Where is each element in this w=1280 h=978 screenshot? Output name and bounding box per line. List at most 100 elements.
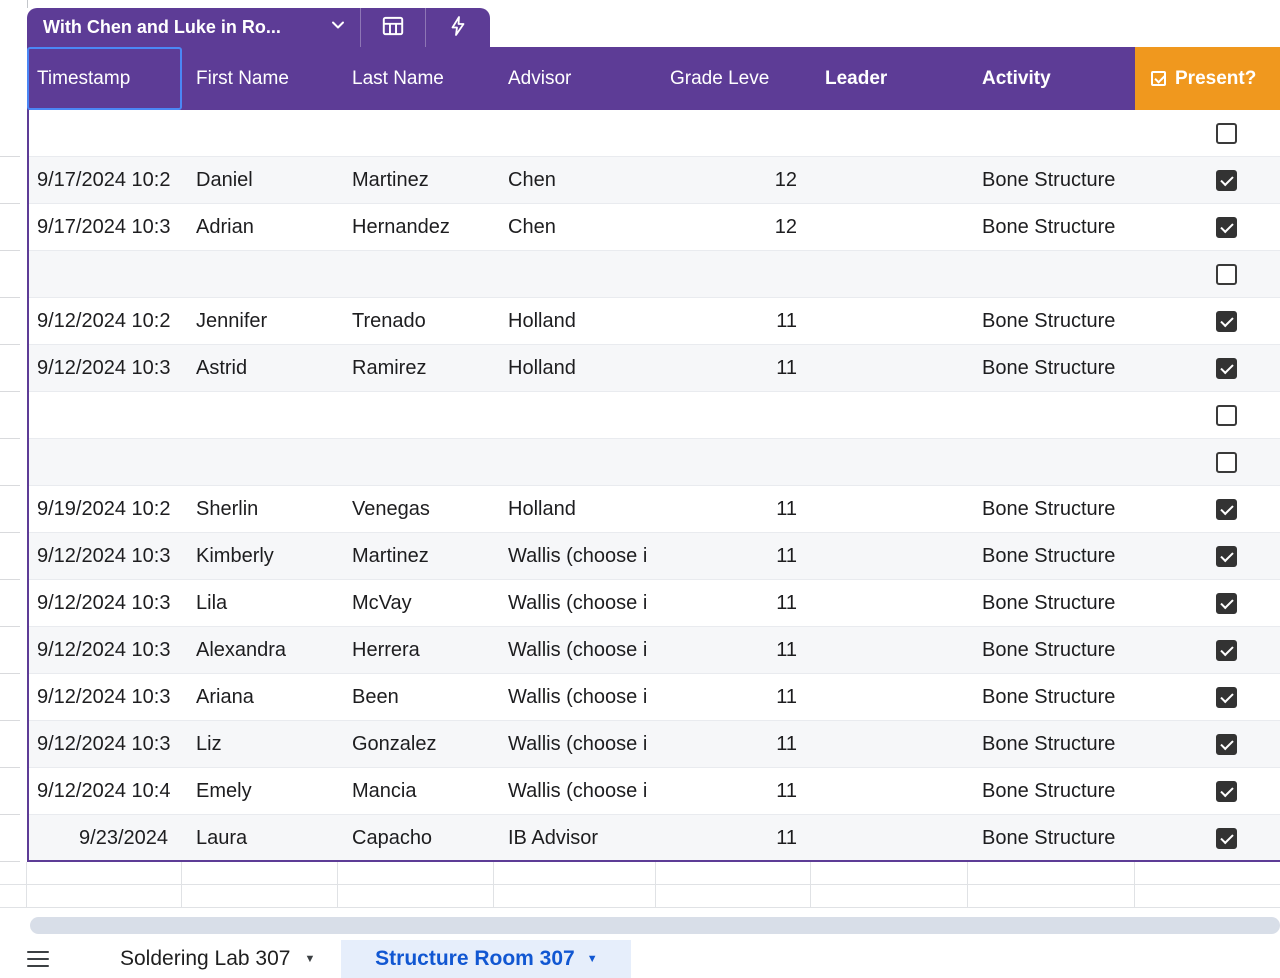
cell-activity[interactable]: Bone Structure (968, 627, 1135, 673)
cell-first_name[interactable]: Kimberly (182, 533, 338, 579)
cell-timestamp[interactable]: 9/12/2024 10:3 (27, 533, 182, 579)
cell-timestamp[interactable]: 9/23/2024 (27, 815, 182, 861)
cell-present[interactable] (1135, 157, 1280, 203)
cell-activity[interactable]: Bone Structure (968, 768, 1135, 814)
cell-timestamp[interactable] (27, 251, 182, 297)
cell-grade_level[interactable] (656, 439, 811, 485)
cell-advisor[interactable]: Holland (494, 298, 656, 344)
cell-timestamp[interactable]: 9/12/2024 10:4 (27, 768, 182, 814)
cell-leader[interactable] (811, 298, 968, 344)
cell-activity[interactable]: Bone Structure (968, 533, 1135, 579)
cell-present[interactable] (1135, 486, 1280, 532)
present-checkbox[interactable] (1216, 499, 1237, 520)
empty-cell[interactable] (182, 885, 338, 908)
empty-cell[interactable] (494, 862, 656, 885)
cell-last_name[interactable]: Hernandez (338, 204, 494, 250)
cell-activity[interactable] (968, 251, 1135, 297)
empty-cell[interactable] (27, 862, 182, 885)
cell-advisor[interactable] (494, 110, 656, 156)
cell-activity[interactable]: Bone Structure (968, 345, 1135, 391)
empty-cell[interactable] (0, 885, 27, 908)
empty-cell[interactable] (0, 862, 27, 885)
cell-leader[interactable] (811, 768, 968, 814)
cell-present[interactable] (1135, 768, 1280, 814)
cell-advisor[interactable] (494, 392, 656, 438)
present-checkbox[interactable] (1216, 311, 1237, 332)
cell-first_name[interactable] (182, 110, 338, 156)
column-header-present[interactable]: Present? (1135, 47, 1280, 110)
table-name-button[interactable]: With Chen and Luke in Ro... (27, 8, 360, 47)
cell-first_name[interactable]: Astrid (182, 345, 338, 391)
cell-first_name[interactable]: Adrian (182, 204, 338, 250)
present-checkbox[interactable] (1216, 734, 1237, 755)
empty-cell[interactable] (656, 862, 811, 885)
cell-first_name[interactable] (182, 251, 338, 297)
quick-actions-button[interactable] (426, 8, 490, 47)
cell-grade_level[interactable]: 12 (656, 157, 811, 203)
cell-first_name[interactable]: Jennifer (182, 298, 338, 344)
cell-last_name[interactable] (338, 439, 494, 485)
cell-last_name[interactable]: Trenado (338, 298, 494, 344)
empty-cell[interactable] (182, 862, 338, 885)
cell-timestamp[interactable] (27, 110, 182, 156)
cell-activity[interactable]: Bone Structure (968, 204, 1135, 250)
column-header-activity[interactable]: Activity (968, 47, 1135, 110)
cell-grade_level[interactable]: 11 (656, 627, 811, 673)
cell-present[interactable] (1135, 815, 1280, 861)
present-checkbox[interactable] (1216, 452, 1237, 473)
cell-last_name[interactable] (338, 392, 494, 438)
cell-timestamp[interactable]: 9/19/2024 10:2 (27, 486, 182, 532)
cell-leader[interactable] (811, 345, 968, 391)
cell-activity[interactable]: Bone Structure (968, 298, 1135, 344)
cell-last_name[interactable]: Gonzalez (338, 721, 494, 767)
cell-present[interactable] (1135, 392, 1280, 438)
cell-first_name[interactable]: Liz (182, 721, 338, 767)
cell-present[interactable] (1135, 674, 1280, 720)
cell-first_name[interactable]: Ariana (182, 674, 338, 720)
empty-cell[interactable] (1135, 862, 1280, 885)
present-checkbox[interactable] (1216, 170, 1237, 191)
cell-activity[interactable]: Bone Structure (968, 157, 1135, 203)
cell-grade_level[interactable]: 11 (656, 298, 811, 344)
cell-last_name[interactable]: McVay (338, 580, 494, 626)
cell-timestamp[interactable]: 9/12/2024 10:3 (27, 721, 182, 767)
cell-last_name[interactable]: Capacho (338, 815, 494, 861)
cell-timestamp[interactable] (27, 392, 182, 438)
cell-present[interactable] (1135, 204, 1280, 250)
cell-timestamp[interactable]: 9/12/2024 10:3 (27, 345, 182, 391)
cell-advisor[interactable]: Wallis (choose i (494, 627, 656, 673)
empty-cell[interactable] (494, 885, 656, 908)
cell-present[interactable] (1135, 721, 1280, 767)
cell-last_name[interactable]: Martinez (338, 533, 494, 579)
cell-first_name[interactable]: Daniel (182, 157, 338, 203)
cell-first_name[interactable] (182, 392, 338, 438)
present-checkbox[interactable] (1216, 405, 1237, 426)
cell-first_name[interactable]: Laura (182, 815, 338, 861)
cell-activity[interactable] (968, 439, 1135, 485)
present-checkbox[interactable] (1216, 217, 1237, 238)
column-header-first_name[interactable]: First Name (182, 47, 338, 110)
cell-first_name[interactable]: Sherlin (182, 486, 338, 532)
cell-timestamp[interactable] (27, 439, 182, 485)
cell-grade_level[interactable] (656, 251, 811, 297)
cell-advisor[interactable]: Holland (494, 345, 656, 391)
cell-activity[interactable] (968, 110, 1135, 156)
cell-grade_level[interactable]: 12 (656, 204, 811, 250)
cell-advisor[interactable] (494, 251, 656, 297)
cell-timestamp[interactable]: 9/17/2024 10:2 (27, 157, 182, 203)
empty-cell[interactable] (811, 862, 968, 885)
cell-advisor[interactable]: Holland (494, 486, 656, 532)
cell-present[interactable] (1135, 627, 1280, 673)
cell-grade_level[interactable]: 11 (656, 815, 811, 861)
cell-first_name[interactable]: Lila (182, 580, 338, 626)
cell-activity[interactable]: Bone Structure (968, 815, 1135, 861)
cell-grade_level[interactable] (656, 110, 811, 156)
cell-last_name[interactable]: Martinez (338, 157, 494, 203)
present-checkbox[interactable] (1216, 264, 1237, 285)
cell-grade_level[interactable]: 11 (656, 486, 811, 532)
present-checkbox[interactable] (1216, 358, 1237, 379)
cell-advisor[interactable]: Wallis (choose i (494, 674, 656, 720)
cell-advisor[interactable]: Chen (494, 157, 656, 203)
cell-first_name[interactable] (182, 439, 338, 485)
cell-leader[interactable] (811, 251, 968, 297)
